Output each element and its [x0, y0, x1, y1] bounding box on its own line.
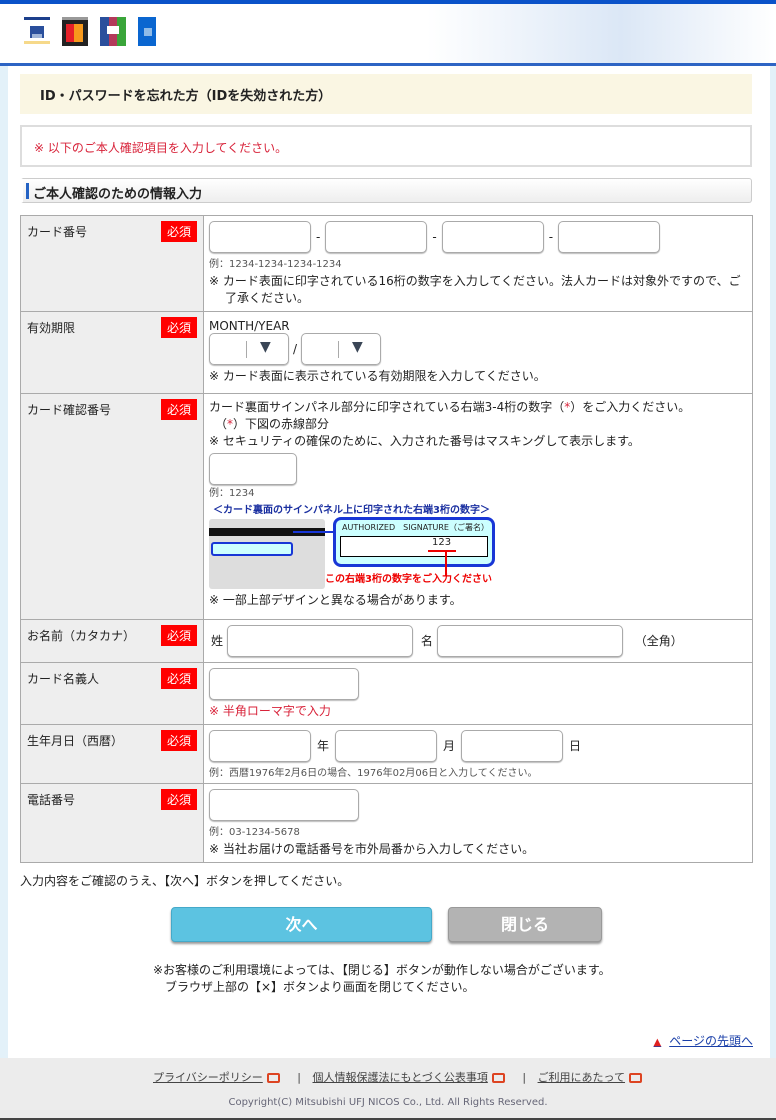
birth-year-input[interactable]: [209, 730, 311, 762]
disclosure-link[interactable]: 個人情報保護法にもとづく公表事項: [313, 1071, 488, 1084]
card-number-1-input[interactable]: [209, 221, 311, 253]
card-number-3-input[interactable]: [441, 221, 544, 253]
note-text: ※ 当社お届けの電話番号を市外局番から入力してください。: [209, 842, 535, 856]
example-text: 例：03-1234-5678: [209, 827, 300, 838]
example-text: 例：1234-1234-1234-1234: [209, 259, 342, 270]
confirm-text: 入力内容をご確認のうえ、【次へ】ボタンを押してください。: [20, 874, 350, 888]
section-header: ご本人確認のための情報入力: [20, 178, 752, 203]
label: カード名義人: [27, 672, 100, 686]
note-text: ※ カード表面に表示されている有効期限を入力してください。: [209, 369, 546, 383]
label: お名前（カタカナ）: [27, 629, 136, 643]
chevron-down-icon: ▼: [352, 339, 363, 355]
label: カード確認番号: [27, 403, 112, 417]
surname-input[interactable]: [227, 625, 414, 657]
separator: -: [316, 229, 321, 244]
jcb-logo: [24, 17, 50, 44]
row-phone: 電話番号 必須 例：03-1234-5678 ※ 当社お届けの電話番号を市外局番か…: [20, 783, 753, 863]
arrow-up-icon: ▲: [653, 1037, 662, 1048]
page-title: ID・パスワードを忘れた方（IDを失効された方）: [20, 74, 752, 114]
security-code-input[interactable]: [209, 453, 297, 485]
birth-day-input[interactable]: [461, 730, 564, 762]
label: カード番号: [27, 225, 88, 239]
nicos-logo: [100, 17, 126, 46]
terms-link[interactable]: ご利用にあたって: [538, 1071, 625, 1084]
year-select[interactable]: ▼: [301, 333, 382, 365]
row-birthdate: 生年月日（西暦） 必須 年 月 日 例：西暦1976年2月6日の場合、1976年02月…: [20, 724, 753, 784]
note-text: ※ 半角ローマ字で入力: [209, 704, 331, 718]
card-back-image: [209, 519, 325, 589]
surname-label: 姓: [211, 633, 224, 648]
separator: -: [548, 229, 554, 244]
external-window-icon: [266, 1073, 280, 1083]
label: 有効期限: [27, 321, 76, 335]
birth-month-input[interactable]: [335, 730, 438, 762]
label: 電話番号: [27, 793, 76, 807]
note-text: ※ セキュリティの確保のために、入力された番号はマスキングして表示します。: [209, 434, 640, 448]
card-number-4-input[interactable]: [558, 221, 661, 253]
phone-input[interactable]: [209, 789, 359, 821]
required-badge: 必須: [160, 317, 197, 338]
required-badge: 必須: [160, 399, 197, 420]
month-select[interactable]: ▼: [209, 333, 289, 365]
site-footer: プライバシーポリシー | 個人情報保護法にもとづく公表事項 | ご利用にあたって…: [0, 1058, 776, 1120]
year-label: 年: [317, 738, 330, 753]
dc-logo: [138, 17, 156, 46]
card-holder-input[interactable]: [209, 668, 359, 700]
example-text: 例：西暦1976年2月6日の場合、1976年02月06日と入力してください。: [209, 768, 538, 779]
required-badge: 必須: [160, 789, 197, 810]
copyright: Copyright(C) Mitsubishi UFJ NICOS Co., L…: [228, 1097, 548, 1108]
row-security-code: カード確認番号 必須 カード裏面サインパネル部分に印字されている右端3-4桁の数字…: [20, 393, 753, 620]
chevron-down-icon: ▼: [260, 339, 271, 355]
month-label: 月: [443, 738, 456, 753]
main-content: ID・パスワードを忘れた方（IDを失効された方） ※ 以下のご本人確認項目を入力…: [8, 66, 770, 1060]
external-window-icon: [491, 1073, 505, 1083]
fullwidth-note: （全角）: [634, 633, 683, 648]
card-back-illustration: ＜カード裏面のサインパネル上に印字された右端3桁の数字＞ AUTHORIZED …: [209, 502, 499, 592]
note-text: ※ カード表面に印字されている16桁の数字を入力してください。法人カードは対象外…: [209, 274, 741, 305]
illustration-hint: この右端3桁の数字をご入力ください: [325, 574, 492, 585]
given-name-label: 名: [420, 633, 433, 648]
example-text: 例：1234: [209, 488, 255, 499]
notice-box: ※ 以下のご本人確認項目を入力してください。: [20, 125, 752, 167]
row-expiry: 有効期限 必須 MONTH/YEAR ▼ / ▼ ※ カード表面に表示されている有効期…: [20, 311, 753, 394]
identity-form: カード番号 必須 --- 例：1234-1234-1234-1234 ※ カード表…: [20, 215, 753, 863]
row-name-kana: お名前（カタカナ） 必須 姓 名 （全角）: [20, 619, 753, 663]
mastercard-logo: [62, 17, 88, 46]
row-card-number: カード番号 必須 - - - 例：1234-1234-1234-1234 ※ カード表…: [20, 215, 753, 312]
day-label: 日: [569, 738, 582, 753]
given-name-input[interactable]: [436, 625, 623, 657]
separator: /: [293, 341, 298, 356]
privacy-policy-link[interactable]: プライバシーポリシー: [153, 1071, 263, 1084]
next-button[interactable]: 次へ: [171, 907, 432, 942]
required-badge: 必須: [160, 221, 197, 242]
site-header: [0, 0, 776, 66]
close-button[interactable]: 閉じる: [448, 907, 602, 942]
note-text: ※ 一部上部デザインと異なる場合があります。: [209, 593, 462, 607]
signature-panel-zoom: AUTHORIZED SIGNATURE（ご署名） 123: [333, 517, 495, 567]
instruction-text: カード裏面サインパネル部分に印字されている右端3-4桁の数字（*）をご入力くださ…: [209, 400, 691, 414]
external-window-icon: [629, 1073, 643, 1083]
required-badge: 必須: [160, 668, 197, 689]
card-number-2-input[interactable]: [325, 221, 428, 253]
label: 生年月日（西暦）: [27, 734, 124, 748]
required-badge: 必須: [160, 730, 197, 751]
row-card-holder: カード名義人 必須 ※ 半角ローマ字で入力: [20, 662, 753, 725]
format-text: MONTH/YEAR: [209, 319, 290, 333]
separator: -: [432, 229, 437, 244]
required-badge: 必須: [160, 625, 197, 646]
close-warning: ※お客様のご利用環境によっては、【閉じる】ボタンが動作しない場合がございます。 …: [153, 963, 611, 994]
instruction-sub: （*）下図の赤線部分: [215, 417, 330, 431]
page-top-link[interactable]: ▲ ページの先頭へ: [654, 1032, 753, 1049]
